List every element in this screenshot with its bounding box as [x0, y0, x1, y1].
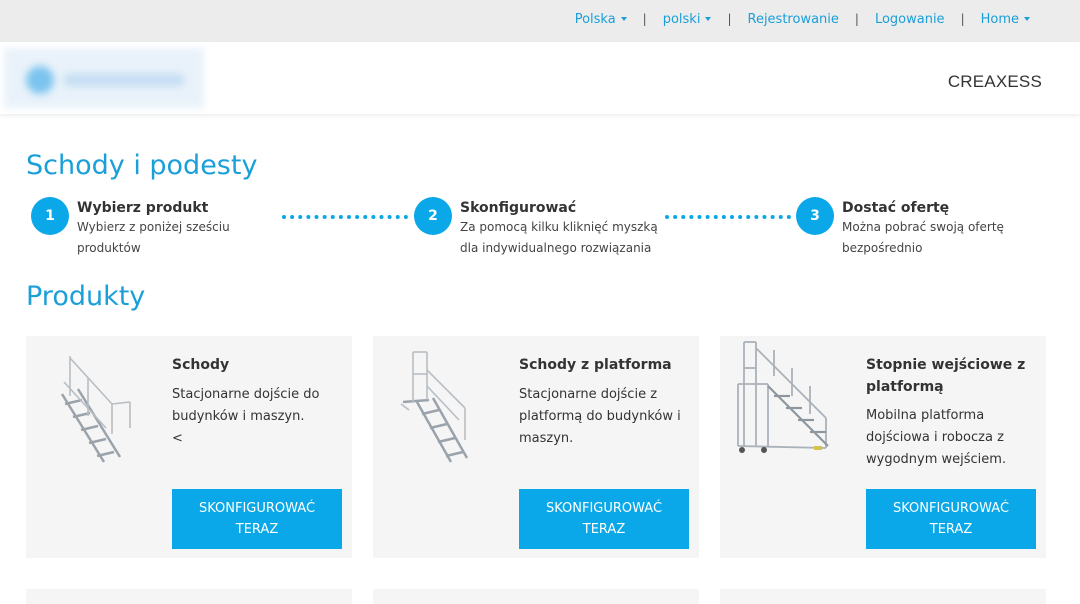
top-navigation: Polska | polski | Rejestrowanie | Logowa…: [575, 0, 1030, 38]
step-title: Dostać ofertę: [842, 200, 950, 216]
register-link[interactable]: Rejestrowanie: [748, 12, 839, 27]
step-description: Można pobrać swoją ofertę bezpośrednio: [842, 220, 1004, 255]
product-title: Schody: [172, 357, 230, 373]
nav-separator: |: [960, 12, 965, 26]
login-link[interactable]: Logowanie: [875, 12, 945, 27]
product-card-partial: [720, 589, 1046, 604]
configure-now-button[interactable]: SKONFIGUROWAĆ TERAZ: [172, 489, 342, 549]
caret-down-icon: [620, 17, 627, 21]
page-title: Schody i podesty: [26, 150, 258, 181]
product-card-partial: [26, 589, 352, 604]
country-dropdown[interactable]: Polska: [575, 12, 627, 27]
step-number: 3: [796, 197, 834, 235]
mobile-platform-image: [737, 341, 829, 453]
product-description: Mobilna platforma dojściowa i robocza z …: [866, 408, 1007, 467]
step-1: 1 Wybierz produkt Wybierz z poniżej sześ…: [31, 197, 230, 259]
country-label: Polska: [574, 11, 616, 27]
product-card-stairs-platform: Schody z platforma Stacjonarne dojście z…: [373, 336, 699, 558]
nav-separator: |: [727, 12, 732, 26]
configure-now-button[interactable]: SKONFIGUROWAĆ TERAZ: [519, 489, 689, 549]
home-dropdown[interactable]: Home: [981, 12, 1030, 27]
step-title: Wybierz produkt: [77, 200, 209, 216]
product-card-mobile-platform: Stopnie wejściowe z platformą Mobilna pl…: [720, 336, 1046, 558]
product-title: Stopnie wejściowe z platformą: [866, 357, 1026, 395]
configure-now-button[interactable]: SKONFIGUROWAĆ TERAZ: [866, 489, 1036, 549]
product-card-partial: [373, 589, 699, 604]
step-number: 1: [31, 197, 69, 235]
logo-mark: [26, 66, 54, 94]
product-title: Schody z platforma: [519, 357, 672, 373]
step-connector: [665, 215, 791, 219]
top-bar: Polska | polski | Rejestrowanie | Logowa…: [0, 0, 1080, 42]
product-card-stairs: Schody Stacjonarne dojście do budynków i…: [26, 336, 352, 558]
brand-name: CREAXESS: [947, 72, 1042, 91]
product-description: Stacjonarne dojście z platformą do budyn…: [519, 387, 681, 446]
step-2: 2 Skonfigurować Za pomocą kilku kliknięć…: [414, 197, 658, 259]
step-description: Wybierz z poniżej sześciu produktów: [77, 220, 230, 255]
step-3: 3 Dostać ofertę Można pobrać swoją ofert…: [796, 197, 1004, 259]
products-heading: Produkty: [26, 281, 146, 312]
caret-down-icon: [1024, 17, 1030, 21]
language-label: polski: [662, 11, 701, 27]
stairs-platform-image: [400, 351, 469, 463]
stairs-image: [60, 356, 131, 463]
step-title: Skonfigurować: [460, 200, 577, 216]
logo-wordmark: [64, 74, 184, 86]
step-number: 2: [414, 197, 452, 235]
site-logo[interactable]: [4, 48, 204, 108]
nav-separator: |: [642, 12, 647, 26]
step-description: Za pomocą kilku kliknięć myszką dla indyw…: [460, 220, 658, 255]
product-description: Stacjonarne dojście do budynków i maszyn…: [172, 387, 320, 446]
step-connector: [282, 215, 408, 219]
site-header: CREAXESS: [0, 42, 1080, 114]
language-dropdown[interactable]: polski: [663, 12, 712, 27]
caret-down-icon: [705, 17, 712, 21]
nav-separator: |: [854, 12, 859, 26]
home-label: Home: [980, 11, 1019, 27]
